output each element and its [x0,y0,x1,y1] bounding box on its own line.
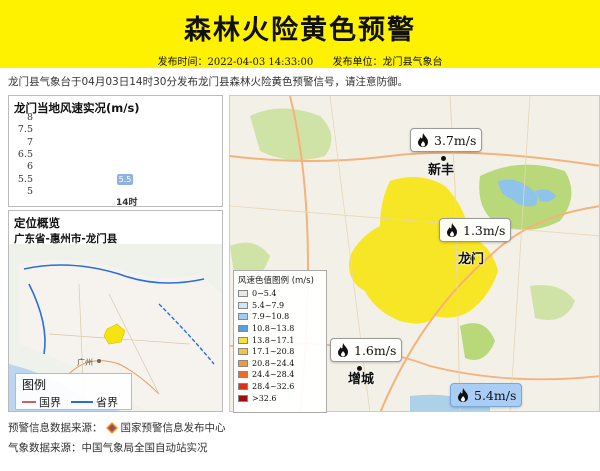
publish-meta: 发布时间：2022-04-03 14:33:00 发布单位：龙门县气象台 [0,53,600,68]
wind-color-legend-label: 10.8~13.8 [252,324,295,334]
color-swatch [238,325,248,333]
warning-source-label: 预警信息数据来源： [8,422,103,434]
wind-color-legend-label: 0~5.4 [252,289,277,299]
wind-speed-value: 1.3m/s [463,222,506,238]
national-border-swatch [22,401,36,403]
town-label-xinfeng: 新丰 [428,163,455,178]
warning-header: 森林火险黄色预警 发布时间：2022-04-03 14:33:00 发布单位：龙… [0,0,600,68]
color-swatch [238,336,248,344]
warning-source: 预警信息数据来源： 国家预警信息发布中心 [8,420,226,435]
wind-speed-value: 5.4m/s [474,387,517,403]
wind-color-legend-item: 7.9~10.8 [238,311,322,323]
national-border-label: 国界 [39,396,61,409]
publisher: 发布单位：龙门县气象台 [332,57,443,68]
wind-color-legend-item: 10.8~13.8 [238,323,322,335]
y-tick-label: 7 [26,136,33,148]
wind-color-legend-label: >32.6 [252,393,277,403]
wind-color-legend-label: 17.1~20.8 [252,347,295,357]
y-tick-label: 6.5 [17,149,33,160]
color-swatch [238,348,248,356]
y-tick-label: 5 [26,186,33,197]
provincial-border-swatch [71,401,93,403]
color-swatch [238,313,248,321]
wind-color-legend-label: 5.4~7.9 [252,300,285,310]
wind-color-legend-label: 28.4~32.6 [252,382,295,392]
provincial-border-label: 省界 [96,396,118,409]
wind-speed-value: 1.6m/s [354,342,397,358]
page-title: 森林火险黄色预警 [184,15,416,46]
location-title: 定位概览 [14,216,60,230]
x-tick-label: 14时 [116,198,138,208]
boundary-legend: 图例 国界 省界 [15,373,132,410]
flame-icon [338,343,348,357]
legend-title: 图例 [22,378,47,392]
color-swatch [238,301,248,309]
weather-source: 气象数据来源：中国气象局全国自动站实况 [8,442,208,454]
wind-color-legend-rows: 0~5.4 5.4~7.9 7.9~10.8 10.8~13.8 13.8~17.1 17… [238,288,322,404]
wind-color-legend-label: 24.4~28.4 [252,370,295,380]
wind-station-badge[interactable]: 1.6m/s [330,338,403,362]
y-tick-label: 5.5 [17,173,33,185]
wind-station-badge[interactable]: 3.7m/s [410,128,483,152]
wind-color-legend-item: 28.4~32.6 [238,381,322,393]
wind-color-legend-item: 5.4~7.9 [238,300,322,312]
color-swatch [238,383,248,391]
flame-icon [458,388,468,402]
wind-station-badge[interactable]: 1.3m/s [439,218,512,242]
flame-icon [447,223,457,237]
wind-color-legend-item: 20.8~24.4 [238,358,322,370]
wind-color-legend-label: 13.8~17.1 [252,335,295,345]
wind-color-legend-item: 17.1~20.8 [238,346,322,358]
publish-time: 发布时间：2022-04-03 14:33:00 [157,57,314,68]
color-swatch [238,371,248,379]
wind-color-legend-title: 风速色值图例 (m/s) [238,276,314,286]
y-tick-label: 7.5 [17,124,33,136]
y-tick-label: 8 [26,112,33,123]
wind-color-legend-item: 0~5.4 [238,288,322,300]
wind-color-legend-label: 20.8~24.4 [252,358,295,368]
location-overview-panel: 定位概览 广东省-惠州市-龙门县 广州 图例 国界 省界 [8,210,223,412]
wind-station-badge[interactable]: 5.4m/s [450,383,523,407]
color-swatch [238,359,248,367]
wind-color-legend: 风速色值图例 (m/s) 0~5.4 5.4~7.9 7.9~10.8 10.8~13… [233,270,327,413]
y-tick-label: 6 [26,161,33,173]
bar-value-label: 5.5 [117,173,133,185]
wind-speed-value: 3.7m/s [434,132,477,148]
color-swatch [238,290,248,298]
overview-city-label: 广州 [77,357,93,367]
warning-center-logo-icon [105,421,118,434]
wind-color-legend-item: 24.4~28.4 [238,369,322,381]
town-label-longmen: 龙门 [458,252,485,267]
warning-notice: 龙门县气象台于04月03日14时30分发布龙门县森林火险黄色预警信号，请注意防御… [8,76,408,88]
town-label-zengcheng: 增城 [348,372,375,387]
wind-color-legend-item: >32.6 [238,392,322,404]
wind-color-legend-label: 7.9~10.8 [252,312,290,322]
warning-source-name: 国家预警信息发布中心 [120,422,226,434]
wind-color-legend-item: 13.8~17.1 [238,334,322,346]
flame-icon [418,133,428,147]
color-swatch [238,394,248,402]
wind-speed-panel: 龙门当地风速实况(m/s) 8 7.5 7 6.5 6 5.5 5 5.5 14时 [8,95,223,208]
